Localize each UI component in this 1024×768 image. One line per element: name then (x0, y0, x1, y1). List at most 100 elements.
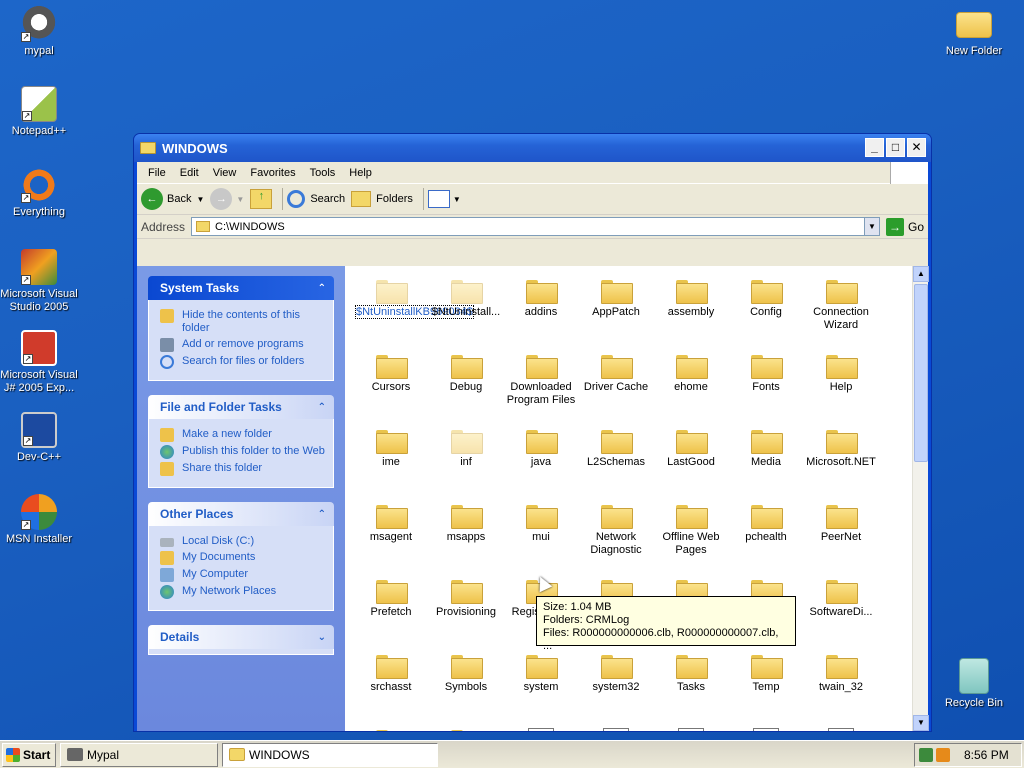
desktop-icon-notepadpp[interactable]: ↗ Notepad++ (0, 86, 81, 138)
task-make-new-folder[interactable]: Make a new folder (160, 428, 325, 442)
folder-item[interactable]: ime (355, 428, 427, 469)
desktop-icon-new-folder[interactable]: New Folder (932, 6, 1016, 58)
forward-dropdown-icon[interactable]: ▼ (236, 195, 244, 204)
folder-item[interactable]: twain_32 (805, 653, 877, 694)
maximize-button[interactable]: □ (886, 138, 905, 157)
folder-item[interactable]: Fonts (730, 353, 802, 394)
up-folder-button[interactable]: ↑ (250, 189, 273, 209)
folder-item[interactable]: system32 (580, 653, 652, 694)
collapse-chevron-icon[interactable]: ⌃ (318, 283, 326, 294)
folder-item[interactable]: Prefetch (355, 578, 427, 619)
expand-chevron-icon[interactable]: ⌄ (318, 632, 326, 643)
scroll-thumb[interactable] (914, 284, 928, 462)
folder-item[interactable]: AppPatch (580, 278, 652, 319)
minimize-button[interactable]: _ (865, 138, 884, 157)
folder-item[interactable]: Debug (430, 353, 502, 394)
network-tray-icon[interactable] (919, 748, 933, 762)
folder-item[interactable]: mui (505, 503, 577, 544)
taskbar-item-mypal[interactable]: Mypal (60, 742, 218, 767)
task-search-files[interactable]: Search for files or folders (160, 355, 325, 369)
folder-item[interactable]: $NtUninstall... (430, 278, 502, 319)
menu-view[interactable]: View (206, 167, 244, 179)
close-button[interactable]: ✕ (907, 138, 926, 157)
search-button[interactable]: Search (287, 190, 345, 208)
details-header[interactable]: Details ⌄ (148, 625, 334, 649)
task-publish-web[interactable]: Publish this folder to the Web (160, 445, 325, 459)
title-bar[interactable]: WINDOWS _ □ ✕ (134, 134, 931, 162)
desktop-icon-msn-installer[interactable]: ↗ MSN Installer (0, 494, 81, 546)
desktop-icon-recycle-bin[interactable]: Recycle Bin (932, 658, 1016, 710)
menu-favorites[interactable]: Favorites (243, 167, 302, 179)
desktop-icon-devcpp[interactable]: ↗ Dev-C++ (0, 412, 81, 464)
folder-item[interactable]: PeerNet (805, 503, 877, 544)
collapse-chevron-icon[interactable]: ⌃ (318, 402, 326, 413)
vertical-scrollbar[interactable]: ▲ ▼ (912, 266, 929, 731)
folder-item[interactable]: Cursors (355, 353, 427, 394)
desktop-icon-everything[interactable]: ↗ Everything (0, 167, 81, 219)
file-item[interactable] (805, 728, 877, 731)
folder-item[interactable]: java (505, 428, 577, 469)
menu-file[interactable]: File (141, 167, 173, 179)
folder-item[interactable]: Microsoft.NET (805, 428, 877, 469)
folder-item[interactable]: msapps (430, 503, 502, 544)
folder-item[interactable]: Driver Cache (580, 353, 652, 394)
file-item[interactable] (730, 728, 802, 731)
start-button[interactable]: Start (2, 742, 56, 767)
file-item[interactable] (655, 728, 727, 731)
folder-item[interactable]: ehome (655, 353, 727, 394)
scroll-down-icon[interactable]: ▼ (913, 715, 929, 731)
folder-item[interactable]: pchealth (730, 503, 802, 544)
place-my-computer[interactable]: My Computer (160, 568, 325, 582)
folder-item[interactable]: L2Schemas (580, 428, 652, 469)
address-input[interactable]: C:\WINDOWS ▼ (191, 217, 880, 236)
file-folder-tasks-header[interactable]: File and Folder Tasks ⌃ (148, 395, 334, 419)
folder-item[interactable]: msagent (355, 503, 427, 544)
folder-item[interactable]: Downloaded Program Files (505, 353, 577, 407)
taskbar-item-windows[interactable]: WINDOWS (222, 742, 438, 767)
forward-button[interactable]: → ▼ (210, 188, 244, 210)
task-add-remove-programs[interactable]: Add or remove programs (160, 338, 325, 352)
back-button[interactable]: ← Back ▼ (141, 188, 204, 210)
folder-item[interactable]: Network Diagnostic (580, 503, 652, 557)
desktop-icon-mypal[interactable]: ↗ mypal (0, 6, 81, 58)
folder-item[interactable]: addins (505, 278, 577, 319)
task-share-folder[interactable]: Share this folder (160, 462, 325, 476)
file-item[interactable] (355, 728, 427, 731)
place-my-network[interactable]: My Network Places (160, 585, 325, 599)
folder-item[interactable]: LastGood (655, 428, 727, 469)
clock[interactable]: 8:56 PM (964, 748, 1009, 762)
folder-item[interactable]: $NtUninstallKB969084$ (355, 278, 474, 319)
task-hide-contents[interactable]: Hide the contents of this folder (160, 309, 325, 335)
folder-item[interactable]: Help (805, 353, 877, 394)
file-item[interactable] (430, 728, 502, 731)
folder-item[interactable]: Offline Web Pages (655, 503, 727, 557)
file-item[interactable] (505, 728, 577, 731)
desktop-icon-visual-studio[interactable]: ↗ Microsoft Visual Studio 2005 (0, 249, 81, 314)
other-places-header[interactable]: Other Places ⌃ (148, 502, 334, 526)
folder-item[interactable]: Config (730, 278, 802, 319)
folders-button[interactable]: Folders (351, 191, 413, 207)
place-local-disk[interactable]: Local Disk (C:) (160, 535, 325, 548)
folder-item[interactable]: assembly (655, 278, 727, 319)
update-tray-icon[interactable] (936, 748, 950, 762)
folder-item[interactable]: SoftwareDi... (805, 578, 877, 619)
desktop-icon-visual-j[interactable]: ↗ Microsoft Visual J# 2005 Exp... (0, 330, 81, 395)
views-button[interactable]: ▼ (427, 190, 461, 208)
address-dropdown-icon[interactable]: ▼ (863, 218, 879, 235)
go-button[interactable]: → Go (885, 217, 924, 236)
menu-tools[interactable]: Tools (303, 167, 343, 179)
menu-edit[interactable]: Edit (173, 167, 206, 179)
folder-item[interactable]: Provisioning (430, 578, 502, 619)
folder-item[interactable]: Temp (730, 653, 802, 694)
folder-item[interactable]: Connection Wizard (805, 278, 877, 332)
menu-help[interactable]: Help (342, 167, 379, 179)
scroll-up-icon[interactable]: ▲ (913, 266, 929, 282)
collapse-chevron-icon[interactable]: ⌃ (318, 509, 326, 520)
folder-item[interactable]: system (505, 653, 577, 694)
folder-item[interactable]: Symbols (430, 653, 502, 694)
folder-item[interactable]: srchasst (355, 653, 427, 694)
folder-item[interactable]: inf (430, 428, 502, 469)
file-item[interactable] (580, 728, 652, 731)
folder-item[interactable]: Tasks (655, 653, 727, 694)
back-dropdown-icon[interactable]: ▼ (196, 195, 204, 204)
